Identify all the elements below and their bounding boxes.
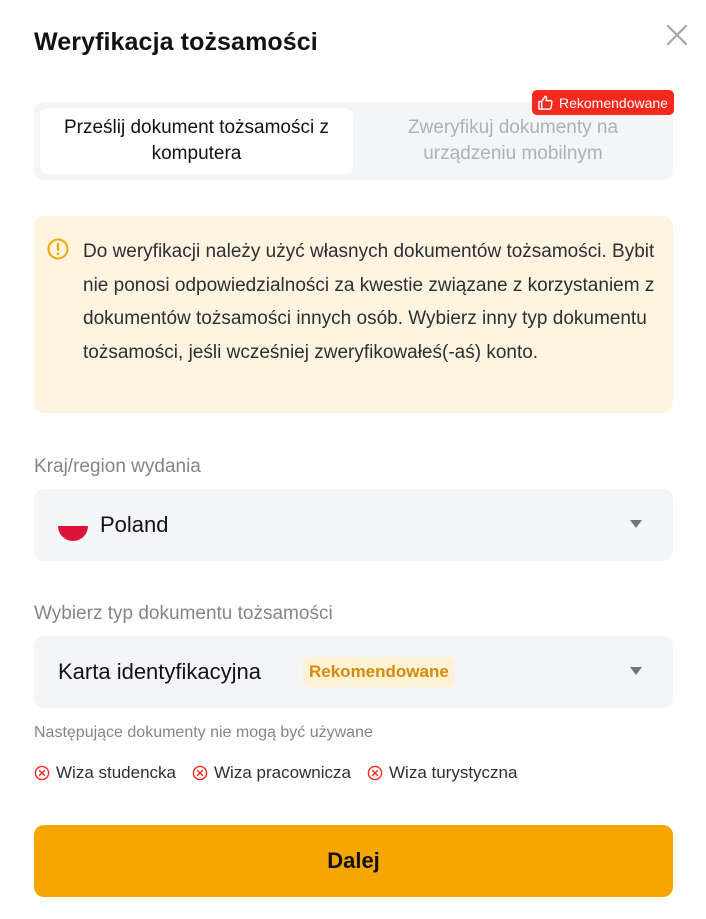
not-allowed-item: Wiza pracownicza — [192, 763, 351, 783]
country-value: Poland — [100, 512, 169, 537]
recommended-pill: Rekomendowane — [532, 90, 674, 115]
modal-title: Weryfikacja tożsamości — [34, 28, 318, 56]
tab-verify-on-mobile[interactable]: Zweryfikuj dokumenty na urządzeniu mobil… — [359, 108, 667, 174]
close-button[interactable] — [662, 20, 692, 50]
identity-verification-modal: Weryfikacja tożsamości Rekomendowane Prz… — [0, 0, 706, 919]
close-icon — [666, 24, 688, 46]
next-button[interactable]: Dalej — [34, 825, 673, 897]
caret-down-icon — [630, 520, 642, 528]
document-type-label: Wybierz typ dokumentu tożsamości — [34, 603, 333, 624]
not-allowed-list: Wiza studencka Wiza pracownicza Wiza tur… — [34, 763, 517, 783]
x-circle-icon — [367, 765, 383, 781]
not-allowed-heading: Następujące dokumenty nie mogą być używa… — [34, 724, 373, 741]
not-allowed-item-label: Wiza turystyczna — [389, 763, 518, 782]
not-allowed-item-label: Wiza studencka — [56, 763, 176, 782]
not-allowed-item: Wiza studencka — [34, 763, 176, 783]
country-select[interactable]: Poland — [34, 489, 673, 561]
caret-down-icon — [630, 667, 642, 675]
warning-notice: Do weryfikacji należy użyć własnych doku… — [34, 216, 673, 413]
document-type-value: Karta identyfikacyjna — [58, 659, 261, 684]
thumbs-up-icon — [538, 95, 553, 110]
recommended-pill-label: Rekomendowane — [559, 94, 668, 111]
recommended-badge: Rekomendowane — [303, 657, 455, 687]
poland-flag-icon — [58, 511, 88, 541]
not-allowed-item: Wiza turystyczna — [367, 763, 517, 783]
tab-upload-from-computer[interactable]: Prześlij dokument tożsamości z komputera — [40, 108, 353, 174]
document-type-select[interactable]: Karta identyfikacyjna Rekomendowane — [34, 636, 673, 708]
x-circle-icon — [192, 765, 208, 781]
not-allowed-item-label: Wiza pracownicza — [214, 763, 351, 782]
country-label: Kraj/region wydania — [34, 456, 201, 477]
warning-text: Do weryfikacji należy użyć własnych doku… — [83, 241, 655, 363]
exclamation-circle-icon — [47, 238, 69, 260]
x-circle-icon — [34, 765, 50, 781]
